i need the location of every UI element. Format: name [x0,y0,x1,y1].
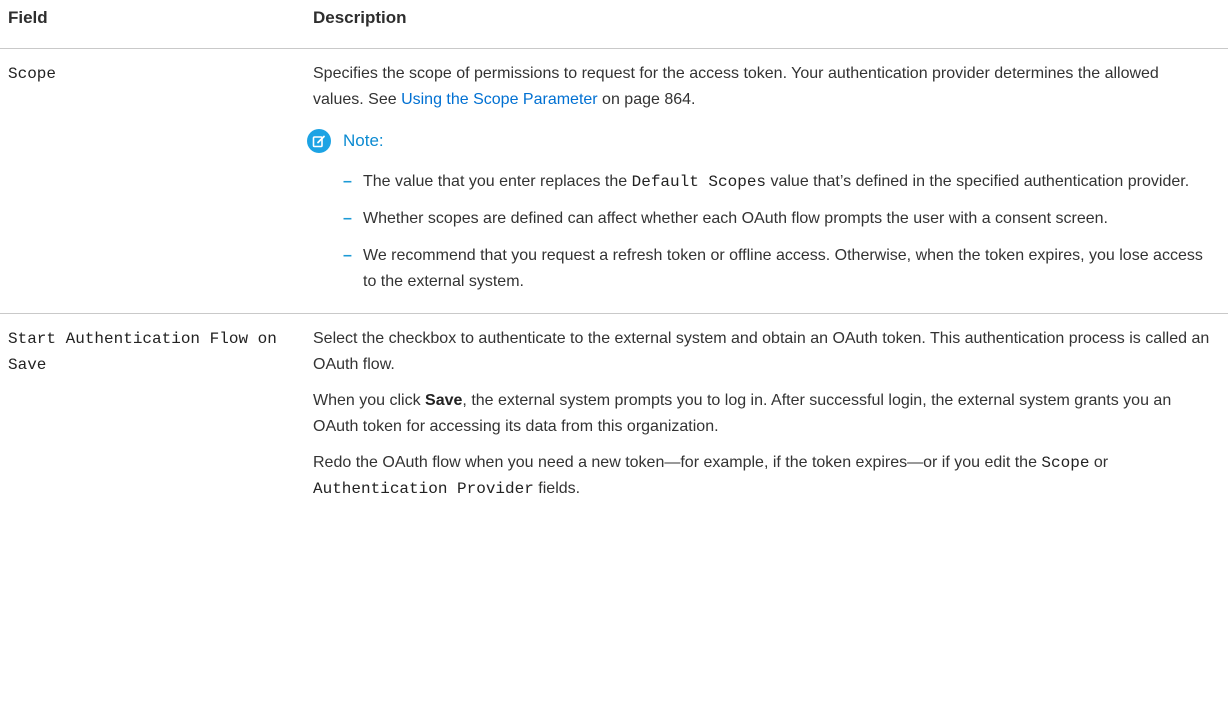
p3-text-start: Redo the OAuth flow when you need a new … [313,454,1042,471]
note-block: Note: – The value that you enter replace… [307,127,1210,295]
scope-code: Scope [1041,454,1090,472]
field-column-header: Field [8,8,48,27]
field-description-table: Field Description Scope Specifies the sc… [0,0,1228,522]
dash-bullet-icon: – [343,173,352,190]
p3-text-mid: or [1089,454,1109,471]
auth-description-p1: Select the checkbox to authenticate to t… [313,330,1210,373]
scope-description: Specifies the scope of permissions to re… [313,61,1210,113]
note-item-text: Whether scopes are defined can affect wh… [363,210,1108,227]
dash-bullet-icon: – [343,247,352,264]
edit-pencil-icon [307,129,331,153]
dash-bullet-icon: – [343,210,352,227]
p2-text-start: When you click [313,392,426,409]
description-column-header: Description [313,8,407,27]
table-header-row: Field Description [0,0,1228,49]
description-cell-scope: Specifies the scope of permissions to re… [307,49,1218,313]
note-list-item: – The value that you enter replaces the … [343,169,1210,195]
scope-page-reference: on page 864. [597,91,696,108]
save-bold-label: Save [425,392,463,409]
auth-description-p2: When you click Save, the external system… [313,388,1210,440]
note-item-text: The value that you enter replaces the [363,173,632,190]
scope-parameter-link[interactable]: Using the Scope Parameter [401,91,598,108]
note-list-item: – Whether scopes are defined can affect … [343,206,1210,232]
description-cell-start-auth-flow: Select the checkbox to authenticate to t… [313,314,1218,522]
field-name-scope: Scope [8,65,57,83]
auth-description-p3: Redo the OAuth flow when you need a new … [313,450,1210,502]
note-label: Note: [343,131,384,150]
table-row-start-authentication-flow: Start Authentication Flow on Save Select… [0,314,1228,522]
default-scopes-code: Default Scopes [631,173,767,191]
note-list-item: – We recommend that you request a refres… [343,243,1210,295]
note-header: Note: [307,127,1210,155]
authentication-provider-code: Authentication Provider [313,480,534,498]
table-row-scope: Scope Specifies the scope of permissions… [0,49,1228,314]
p3-text-end: fields. [533,480,581,497]
field-name-start-auth-flow: Start Authentication Flow on Save [8,330,277,374]
note-list: – The value that you enter replaces the … [313,169,1210,295]
note-item-text-end: value that’s defined in the specified au… [766,173,1190,190]
note-item-text: We recommend that you request a refresh … [363,247,1203,290]
